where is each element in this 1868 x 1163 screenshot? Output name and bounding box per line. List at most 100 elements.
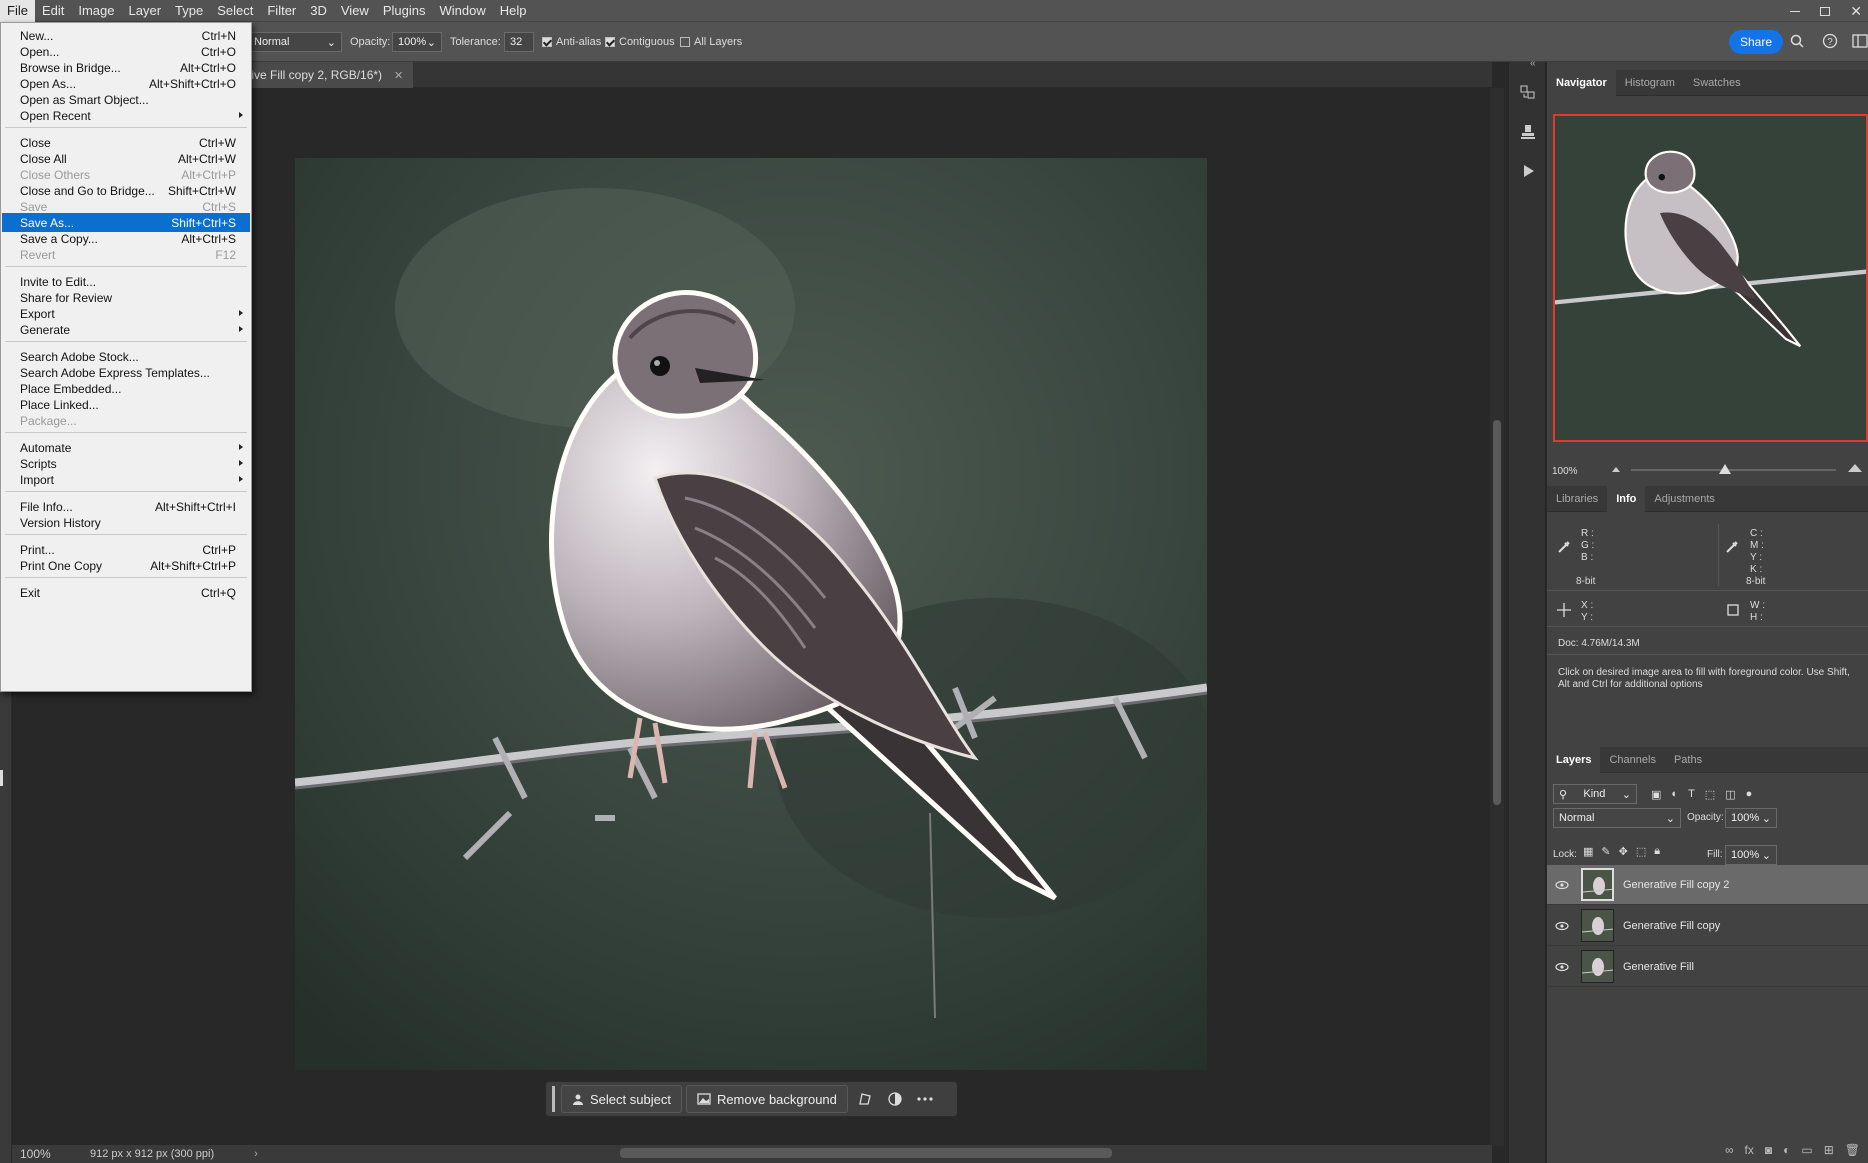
lock-position-icon[interactable]: ✥: [1619, 845, 1628, 858]
navigator-zoom-handle[interactable]: [1719, 464, 1732, 474]
remove-background-button[interactable]: Remove background: [685, 1085, 848, 1113]
close-tab-icon[interactable]: ✕: [394, 69, 403, 82]
menu-image[interactable]: Image: [71, 0, 121, 22]
tab-layers[interactable]: Layers: [1547, 746, 1601, 773]
menu-filter[interactable]: Filter: [260, 0, 303, 22]
chevron-down-icon[interactable]: ⌄: [1762, 812, 1771, 825]
lock-artboard-icon[interactable]: ⬚: [1636, 845, 1646, 858]
eye-icon[interactable]: [1555, 880, 1569, 890]
tab-libraries[interactable]: Libraries: [1547, 486, 1607, 512]
menu-item-exit[interactable]: Exit Ctrl+Q: [2, 583, 250, 602]
menu-help[interactable]: Help: [493, 0, 534, 22]
antialias-option[interactable]: Anti-alias: [542, 22, 601, 62]
play-icon[interactable]: [1522, 164, 1536, 178]
adjustment-layer-icon[interactable]: ◐: [1783, 1143, 1790, 1157]
chevron-down-icon[interactable]: ⌄: [1762, 849, 1771, 862]
horizontal-scroll-thumb[interactable]: [620, 1148, 1112, 1158]
add-mask-icon[interactable]: ◙: [1765, 1143, 1772, 1157]
tab-channels[interactable]: Channels: [1600, 747, 1664, 773]
vertical-scroll-thumb[interactable]: [1493, 420, 1501, 805]
help-icon[interactable]: ?: [1822, 33, 1838, 49]
menu-type[interactable]: Type: [168, 0, 210, 22]
restore-icon[interactable]: [1820, 6, 1831, 16]
fx-icon[interactable]: fx: [1745, 1143, 1754, 1157]
type-filter-icon[interactable]: T: [1688, 788, 1695, 801]
menu-edit[interactable]: Edit: [35, 0, 71, 22]
blend-mode-select[interactable]: Normal ⌄: [1553, 808, 1681, 828]
menu-layer[interactable]: Layer: [122, 0, 169, 22]
menu-item-open-recent[interactable]: Open Recent: [2, 106, 250, 125]
opacity-input[interactable]: 100% ⌄: [392, 32, 442, 52]
layer-name[interactable]: Generative Fill copy 2: [1623, 879, 1729, 891]
zoom-in-icon[interactable]: [1847, 463, 1863, 473]
menu-window[interactable]: Window: [432, 0, 492, 22]
document-tab[interactable]: tive Fill copy 2, RGB/16*) ✕: [238, 62, 414, 88]
navigator-zoom[interactable]: 100%: [1552, 466, 1578, 477]
document-image[interactable]: [295, 158, 1207, 1070]
more-icon[interactable]: [912, 1085, 938, 1113]
share-button[interactable]: Share: [1729, 30, 1783, 54]
tab-paths[interactable]: Paths: [1665, 747, 1711, 773]
clone-source-icon[interactable]: [1520, 124, 1536, 140]
menu-view[interactable]: View: [334, 0, 376, 22]
pixel-filter-icon[interactable]: ▣: [1651, 788, 1661, 801]
fill-input[interactable]: 100% ⌄: [1725, 845, 1777, 865]
layer-name[interactable]: Generative Fill copy: [1623, 920, 1720, 932]
workspace-icon[interactable]: [1852, 34, 1868, 48]
menu-item-print-one-copy[interactable]: Print One Copy Alt+Shift+Ctrl+P: [2, 556, 250, 575]
alllayers-option[interactable]: All Layers: [680, 22, 742, 62]
layer-opacity-input[interactable]: 100% ⌄: [1725, 808, 1777, 828]
contiguous-checkbox[interactable]: [605, 37, 615, 47]
menu-item-version-history[interactable]: Version History: [2, 513, 250, 532]
zoom-out-icon[interactable]: [1611, 465, 1621, 473]
menu-3d[interactable]: 3D: [303, 0, 334, 22]
minimize-icon[interactable]: [1790, 10, 1801, 12]
new-layer-icon[interactable]: ⊞: [1824, 1143, 1834, 1157]
chevron-down-icon[interactable]: ⌄: [427, 36, 436, 49]
navigator-zoom-slider[interactable]: [1631, 469, 1836, 471]
select-subject-button[interactable]: Select subject: [561, 1085, 682, 1113]
close-icon[interactable]: ✕: [1850, 4, 1862, 18]
status-zoom[interactable]: 100%: [20, 1147, 70, 1161]
tab-histogram[interactable]: Histogram: [1616, 70, 1684, 96]
lock-all-icon[interactable]: 🔒︎: [1654, 845, 1660, 858]
menu-select[interactable]: Select: [210, 0, 260, 22]
eye-icon[interactable]: [1555, 921, 1569, 931]
layer-row[interactable]: Generative Fill copy 2: [1547, 865, 1868, 905]
contiguous-option[interactable]: Contiguous: [605, 22, 675, 62]
layer-kind-filter[interactable]: ⚲ Kind ⌄: [1553, 784, 1637, 804]
mode-select[interactable]: Normal ⌄: [248, 32, 342, 52]
drag-handle[interactable]: [552, 1086, 555, 1112]
adjustment-icon[interactable]: [882, 1085, 908, 1113]
eye-icon[interactable]: [1555, 962, 1569, 972]
collapse-panels-icon[interactable]: «: [1530, 58, 1536, 69]
antialias-checkbox[interactable]: [542, 37, 552, 47]
eyedropper-cmyk-icon[interactable]: [1725, 540, 1739, 554]
history-icon[interactable]: [1520, 84, 1536, 100]
eyedropper-icon[interactable]: [1557, 540, 1571, 554]
tab-swatches[interactable]: Swatches: [1684, 70, 1750, 96]
layer-row[interactable]: Generative Fill copy: [1547, 906, 1868, 946]
menu-file[interactable]: File: [0, 0, 35, 22]
tab-navigator[interactable]: Navigator: [1547, 69, 1616, 96]
transform-icon[interactable]: [852, 1085, 878, 1113]
alllayers-checkbox[interactable]: [680, 37, 690, 47]
search-icon[interactable]: [1790, 34, 1804, 48]
lock-image-icon[interactable]: ✎: [1601, 845, 1610, 858]
tab-adjustments[interactable]: Adjustments: [1645, 486, 1724, 512]
status-chevron-icon[interactable]: ›: [254, 1148, 258, 1160]
link-layers-icon[interactable]: ∞: [1725, 1143, 1734, 1157]
layer-row[interactable]: Generative Fill: [1547, 947, 1868, 987]
filter-toggle-icon[interactable]: ●: [1746, 788, 1753, 801]
menu-plugins[interactable]: Plugins: [376, 0, 433, 22]
navigator-preview[interactable]: [1553, 114, 1868, 442]
lock-transparent-icon[interactable]: ▦: [1583, 845, 1593, 858]
delete-layer-icon[interactable]: 🗑︎: [1845, 1143, 1860, 1157]
new-group-icon[interactable]: ▭: [1801, 1143, 1812, 1157]
smart-object-filter-icon[interactable]: ◫: [1725, 788, 1735, 801]
shape-filter-icon[interactable]: ⬚: [1705, 788, 1715, 801]
menu-item-import[interactable]: Import: [2, 470, 250, 489]
menu-item-generate[interactable]: Generate: [2, 320, 250, 339]
layer-name[interactable]: Generative Fill: [1623, 961, 1694, 973]
tab-info[interactable]: Info: [1607, 485, 1646, 512]
